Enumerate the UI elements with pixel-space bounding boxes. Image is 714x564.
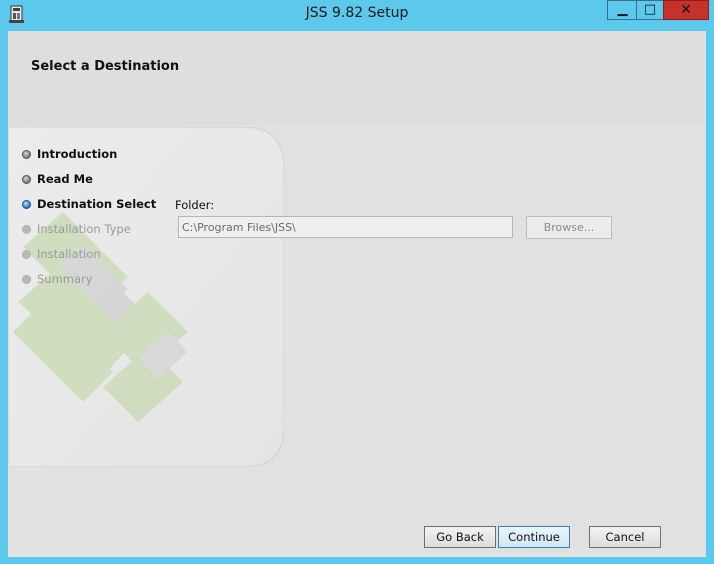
step-pending-icon: [22, 224, 31, 234]
step-complete-icon: [22, 174, 31, 184]
browse-button[interactable]: Browse...: [526, 216, 612, 239]
step-complete-icon: [22, 149, 31, 159]
step-label: Installation Type: [37, 222, 131, 236]
go-back-button[interactable]: Go Back: [424, 526, 496, 548]
step-current-icon: [22, 199, 31, 209]
page-title: Select a Destination: [31, 59, 180, 74]
step-installation-type: Installation Type: [22, 220, 131, 238]
setup-window: JSS 9.82 Setup ▁ □ ✕ Select a Destinatio…: [0, 0, 714, 564]
step-summary: Summary: [22, 270, 93, 288]
step-introduction: Introduction: [22, 145, 117, 163]
step-label: Introduction: [37, 147, 118, 161]
cancel-button[interactable]: Cancel: [589, 526, 661, 548]
step-pending-icon: [22, 249, 31, 259]
close-icon: ✕: [680, 2, 692, 18]
continue-button[interactable]: Continue: [498, 526, 570, 548]
folder-label: Folder:: [175, 198, 215, 212]
wizard-header: Select a Destination: [8, 31, 706, 125]
step-destination-select: Destination Select: [22, 195, 156, 213]
maximize-button[interactable]: □: [636, 0, 664, 20]
step-pending-icon: [22, 274, 31, 284]
wizard-client-area: Select a Destination Introduction Read M…: [8, 31, 706, 557]
step-label: Installation: [37, 247, 101, 261]
step-label: Destination Select: [37, 197, 157, 211]
step-label: Read Me: [37, 172, 93, 186]
close-button[interactable]: ✕: [663, 0, 709, 20]
folder-path-field[interactable]: [178, 216, 513, 238]
maximize-icon: □: [643, 2, 657, 17]
step-label: Summary: [37, 272, 93, 286]
minimize-button[interactable]: ▁: [607, 0, 637, 20]
minimize-icon: ▁: [617, 2, 628, 17]
step-read-me: Read Me: [22, 170, 93, 188]
title-bar[interactable]: JSS 9.82 Setup ▁ □ ✕: [0, 0, 714, 30]
step-installation: Installation: [22, 245, 101, 263]
